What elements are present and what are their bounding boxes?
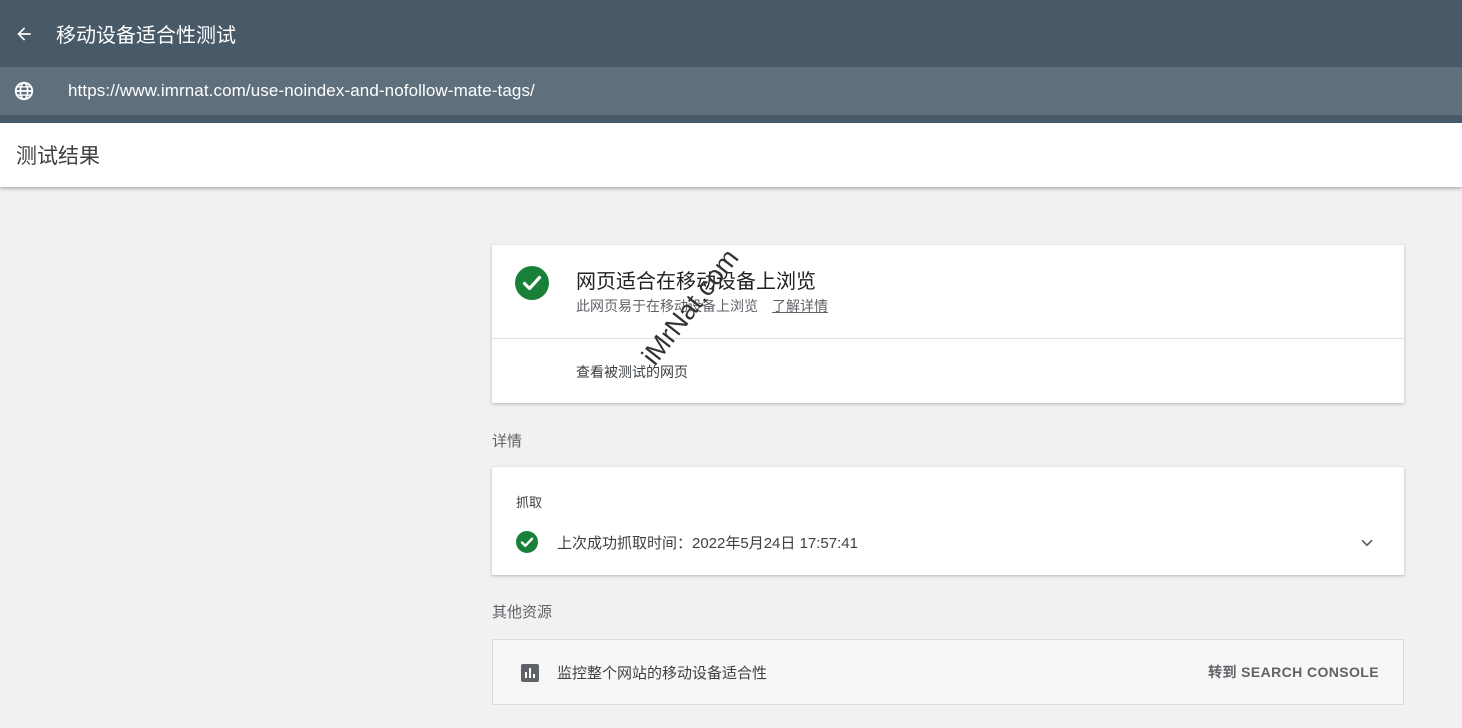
other-resources-label: 其他资源 — [492, 604, 553, 621]
summary-card: 网页适合在移动设备上浏览 此网页易于在移动设备上浏览 了解详情 查看被测试的网页 — [492, 245, 1404, 403]
crawl-card[interactable]: 抓取 上次成功抓取时间：2022年5月24日 17:57:41 — [492, 467, 1404, 575]
tested-url[interactable]: https://www.imrnat.com/use-noindex-and-n… — [68, 81, 535, 101]
view-tested-page-link[interactable]: 查看被测试的网页 — [576, 362, 688, 382]
url-bar: https://www.imrnat.com/use-noindex-and-n… — [0, 67, 1462, 115]
crawl-heading: 抓取 — [516, 495, 543, 510]
bar-chart-icon — [521, 664, 539, 682]
url-bar-strip — [0, 115, 1462, 123]
arrow-left-icon — [17, 26, 31, 41]
app-header: 移动设备适合性测试 — [0, 0, 1462, 67]
app-title: 移动设备适合性测试 — [56, 25, 236, 47]
crawl-status-row: 上次成功抓取时间：2022年5月24日 17:57:41 — [516, 531, 858, 553]
results-title: 测试结果 — [16, 145, 100, 168]
crawl-status-text: 上次成功抓取时间：2022年5月24日 17:57:41 — [557, 534, 858, 552]
learn-more-link[interactable]: 了解详情 — [772, 298, 828, 314]
check-circle-icon — [516, 531, 538, 553]
globe-icon — [0, 67, 48, 115]
details-label: 详情 — [492, 433, 523, 450]
results-header: 测试结果 — [0, 123, 1462, 187]
resource-text: 监控整个网站的移动设备适合性 — [557, 665, 768, 682]
summary-top: 网页适合在移动设备上浏览 此网页易于在移动设备上浏览 了解详情 — [492, 245, 1404, 339]
chevron-down-icon[interactable] — [1358, 534, 1376, 552]
resource-card: 监控整个网站的移动设备适合性 转到 SEARCH CONSOLE — [492, 639, 1404, 705]
back-button[interactable] — [0, 6, 48, 62]
check-circle-icon — [515, 266, 549, 300]
search-console-button[interactable]: 转到 SEARCH CONSOLE — [1208, 662, 1379, 682]
